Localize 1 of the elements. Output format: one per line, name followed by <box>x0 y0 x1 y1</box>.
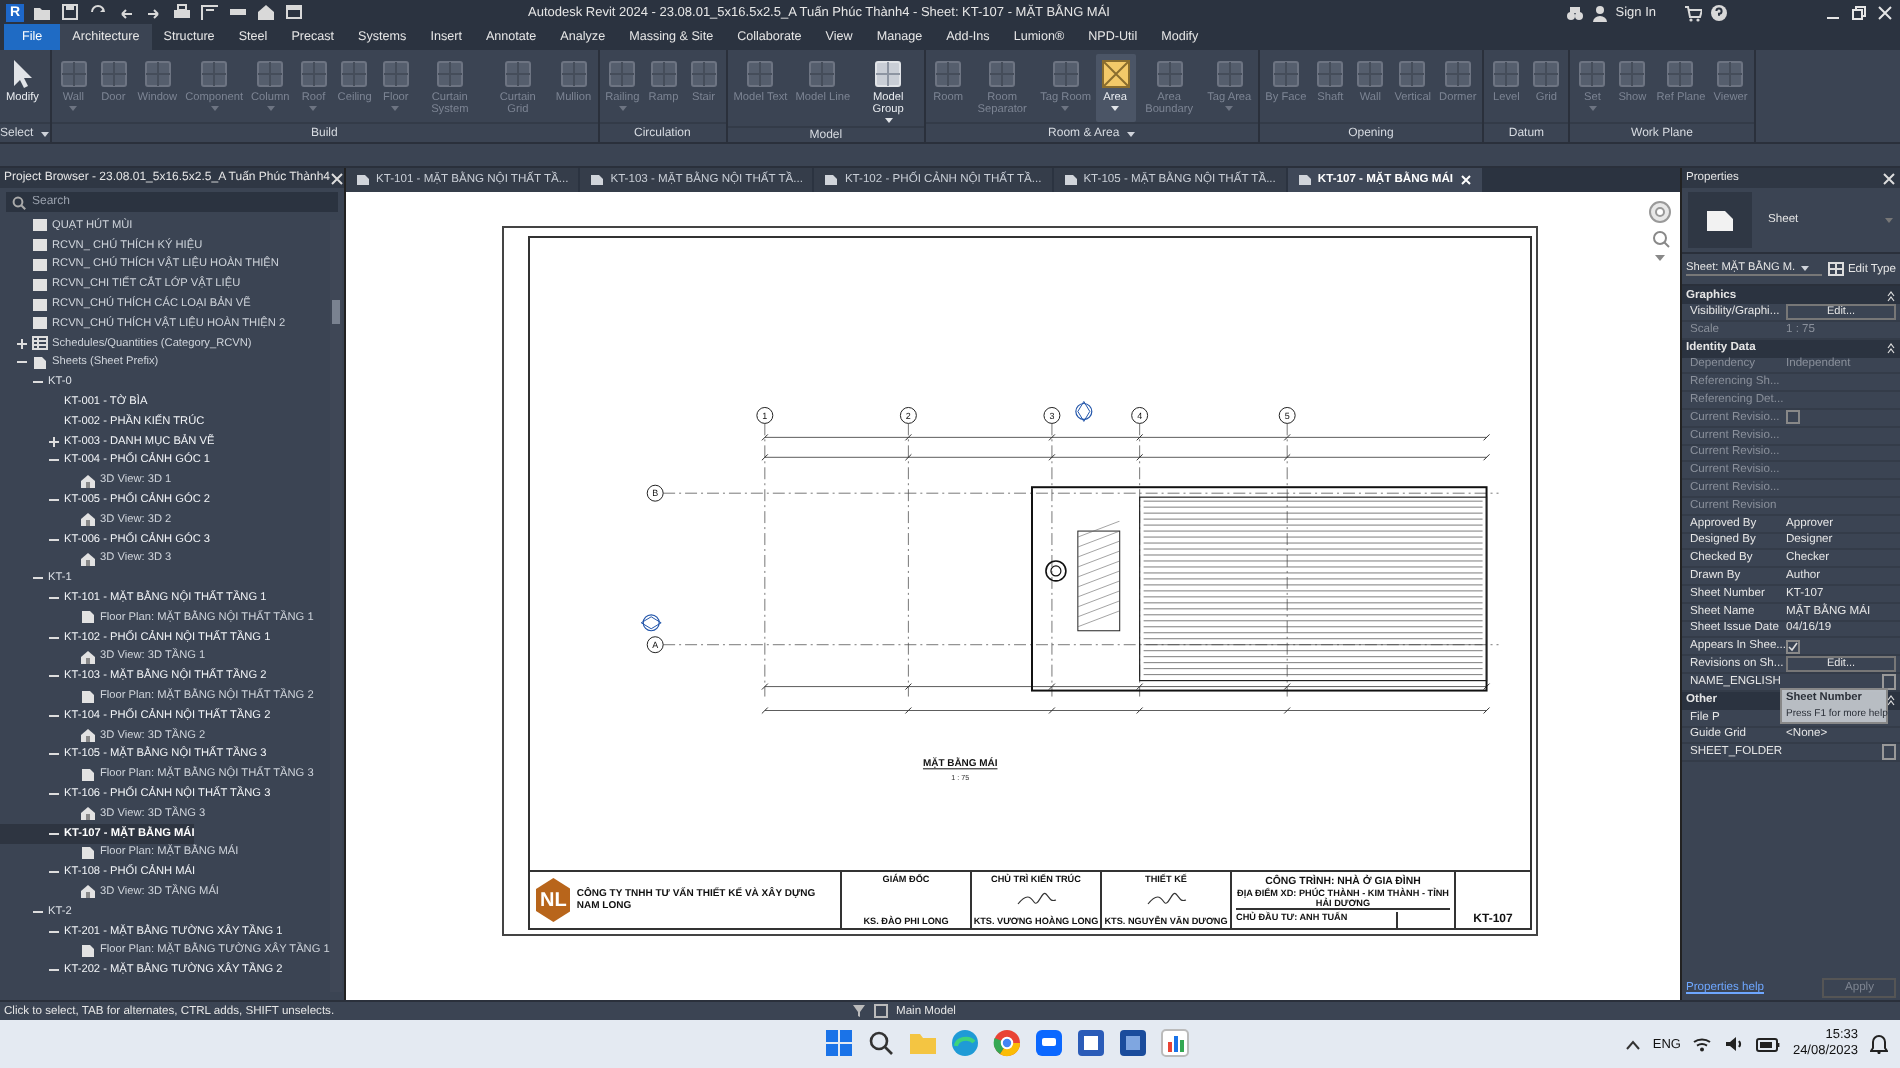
company-logo: NL <box>536 878 571 922</box>
